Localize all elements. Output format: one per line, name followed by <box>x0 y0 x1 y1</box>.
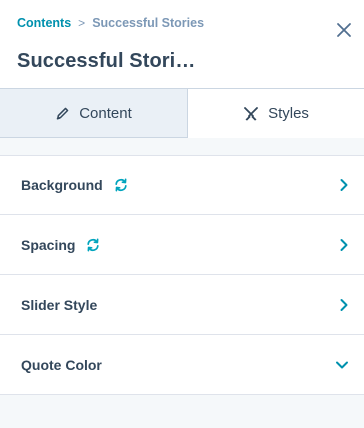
section-quote-color-label: Quote Color <box>21 356 102 373</box>
chevron-right-icon <box>339 238 349 252</box>
close-icon <box>337 23 351 37</box>
section-spacing-label: Spacing <box>21 236 76 253</box>
tab-content-label: Content <box>79 104 132 122</box>
breadcrumb: Contents > Successful Stories <box>17 16 204 30</box>
close-button[interactable] <box>332 18 356 42</box>
tab-content[interactable]: Content <box>0 89 188 138</box>
section-slider-style-label: Slider Style <box>21 296 98 313</box>
breadcrumb-contents-link[interactable]: Contents <box>17 16 71 30</box>
panel-header: Contents > Successful Stories Successful… <box>0 0 364 88</box>
sync-icon <box>86 238 100 252</box>
crossed-brushes-icon <box>243 106 259 122</box>
tab-styles-label: Styles <box>268 105 309 122</box>
breadcrumb-separator: > <box>78 16 86 30</box>
tab-styles[interactable]: Styles <box>188 89 364 138</box>
section-spacing[interactable]: Spacing <box>0 215 364 275</box>
chevron-down-icon <box>335 360 349 370</box>
chevron-right-icon <box>339 298 349 312</box>
style-sections: Background Spacing Slider Style Quote Co… <box>0 155 364 395</box>
chevron-right-icon <box>339 178 349 192</box>
section-background[interactable]: Background <box>0 155 364 215</box>
tab-bar: Content Styles <box>0 88 364 138</box>
section-background-label: Background <box>21 177 103 193</box>
section-quote-color[interactable]: Quote Color <box>0 335 364 395</box>
section-slider-style[interactable]: Slider Style <box>0 275 364 335</box>
page-title: Successful Stori… <box>17 50 196 72</box>
pencil-icon <box>55 106 70 121</box>
breadcrumb-current: Successful Stories <box>92 16 205 30</box>
sync-icon <box>114 178 128 192</box>
style-editor-panel: Contents > Successful Stories Successful… <box>0 0 364 428</box>
